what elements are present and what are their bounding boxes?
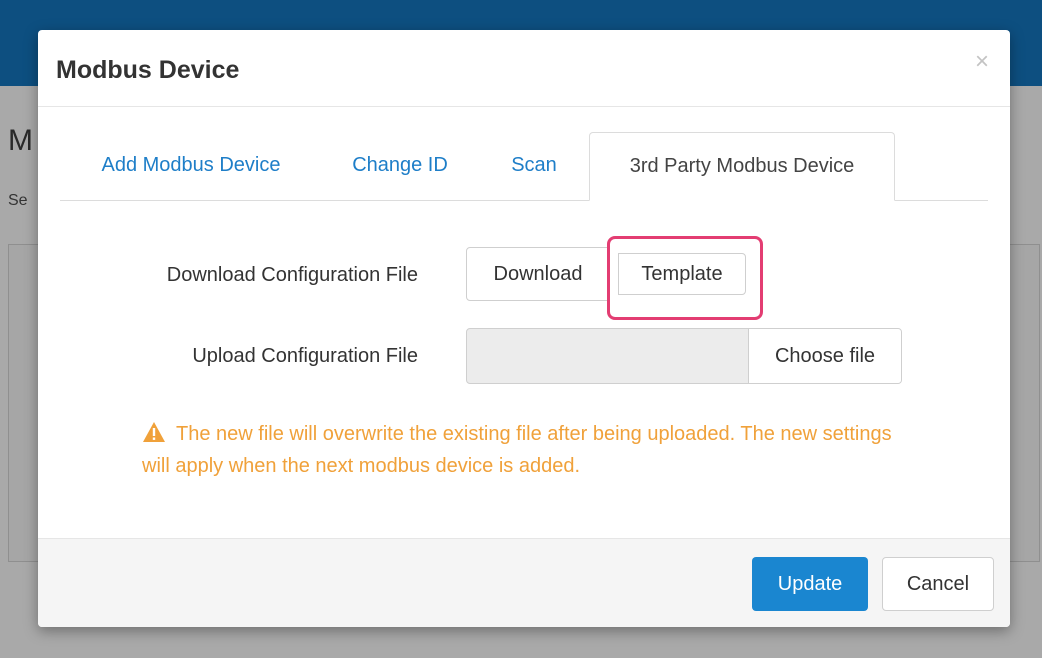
update-button[interactable]: Update <box>752 557 868 611</box>
tab-bar: Add Modbus Device Change ID Scan 3rd Par… <box>60 132 988 201</box>
file-path-field[interactable] <box>467 329 747 383</box>
template-button[interactable]: Template <box>618 253 746 295</box>
overwrite-warning: The new file will overwrite the existing… <box>142 418 902 482</box>
modal-header: Modbus Device × <box>38 30 1010 107</box>
tab-add-modbus-device[interactable]: Add Modbus Device <box>88 132 294 198</box>
page-subtitle: Se <box>8 192 28 209</box>
warning-triangle-icon <box>143 422 165 442</box>
close-icon[interactable]: × <box>970 48 994 76</box>
warning-text: The new file will overwrite the existing… <box>142 423 892 477</box>
download-button[interactable]: Download <box>466 247 610 301</box>
cancel-button[interactable]: Cancel <box>882 557 994 611</box>
modbus-device-modal: Modbus Device × Add Modbus Device Change… <box>38 30 1010 627</box>
download-config-label: Download Configuration File <box>166 264 418 286</box>
tab-3rd-party-modbus-device[interactable]: 3rd Party Modbus Device <box>589 132 895 201</box>
modal-footer: Update Cancel <box>38 538 1010 627</box>
choose-file-button[interactable]: Choose file <box>748 329 901 383</box>
upload-config-label: Upload Configuration File <box>192 345 418 367</box>
modal-title: Modbus Device <box>56 56 240 84</box>
upload-file-input[interactable]: Choose file <box>466 328 902 384</box>
page-title: M <box>8 124 33 157</box>
tab-scan[interactable]: Scan <box>506 132 562 198</box>
tab-change-id[interactable]: Change ID <box>346 132 454 198</box>
